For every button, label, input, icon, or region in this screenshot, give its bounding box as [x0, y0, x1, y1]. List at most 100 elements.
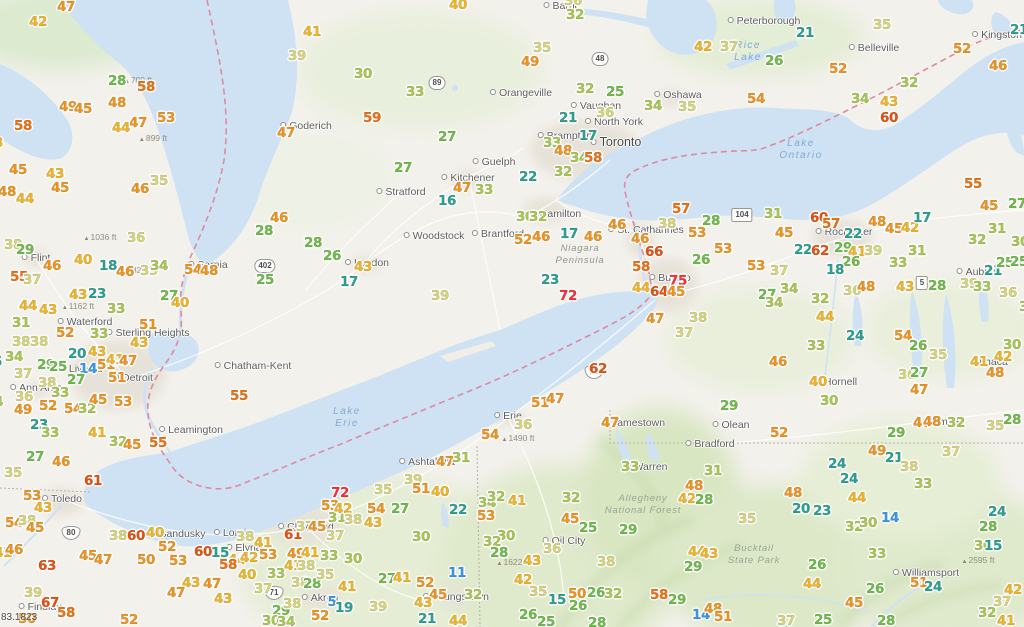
- station-observation[interactable]: 30: [1003, 337, 1021, 353]
- station-observation[interactable]: 35: [316, 567, 334, 583]
- station-observation[interactable]: 48: [868, 214, 886, 230]
- station-observation[interactable]: 36: [127, 230, 145, 246]
- station-observation[interactable]: 50: [137, 552, 155, 568]
- station-observation[interactable]: 45: [980, 198, 998, 214]
- station-observation[interactable]: 23: [541, 272, 559, 288]
- station-observation[interactable]: 15: [548, 592, 566, 608]
- station-observation[interactable]: 58: [650, 587, 668, 603]
- station-observation[interactable]: 32: [554, 164, 572, 180]
- station-observation[interactable]: 23: [88, 286, 106, 302]
- station-observation[interactable]: 44: [19, 298, 37, 314]
- station-observation[interactable]: 48: [857, 279, 875, 295]
- station-observation[interactable]: 53: [259, 547, 277, 563]
- station-observation[interactable]: 46: [584, 229, 602, 245]
- station-observation[interactable]: 51: [412, 481, 430, 497]
- station-observation[interactable]: 53: [688, 225, 706, 241]
- station-observation[interactable]: 30: [859, 515, 877, 531]
- station-observation[interactable]: 43: [69, 287, 87, 303]
- station-observation[interactable]: 28: [1003, 412, 1021, 428]
- station-observation[interactable]: 29: [619, 522, 637, 538]
- station-observation[interactable]: 24: [988, 504, 1006, 520]
- station-observation[interactable]: 32: [947, 415, 965, 431]
- station-observation[interactable]: 30: [820, 393, 838, 409]
- station-observation[interactable]: 33: [621, 459, 639, 475]
- station-observation[interactable]: 25: [256, 272, 274, 288]
- station-observation[interactable]: 24: [828, 456, 846, 472]
- station-observation[interactable]: 35: [150, 173, 168, 189]
- station-observation[interactable]: 35: [529, 584, 547, 600]
- station-observation[interactable]: 34: [644, 98, 662, 114]
- station-observation[interactable]: 41: [338, 579, 356, 595]
- station-observation[interactable]: 37: [675, 325, 693, 341]
- station-observation[interactable]: 55: [149, 435, 167, 451]
- station-observation[interactable]: 28: [304, 235, 322, 251]
- station-observation[interactable]: 43: [354, 259, 372, 275]
- station-observation[interactable]: 32: [529, 209, 547, 225]
- station-observation[interactable]: 58: [632, 259, 650, 275]
- station-observation[interactable]: 37: [23, 272, 41, 288]
- station-observation[interactable]: 36: [543, 541, 561, 557]
- station-observation[interactable]: 20: [792, 501, 810, 517]
- station-observation[interactable]: 20: [68, 346, 86, 362]
- station-observation[interactable]: 53: [477, 508, 495, 524]
- station-observation[interactable]: 35: [929, 347, 947, 363]
- station-observation[interactable]: 31: [704, 463, 722, 479]
- station-observation[interactable]: 30: [412, 529, 430, 545]
- station-observation[interactable]: 23: [813, 503, 831, 519]
- station-observation[interactable]: 18: [826, 262, 844, 278]
- station-observation[interactable]: 28: [108, 73, 126, 89]
- station-observation[interactable]: 31: [908, 243, 926, 259]
- station-observation[interactable]: 48: [0, 184, 16, 200]
- station-observation[interactable]: 19: [335, 600, 353, 616]
- station-observation[interactable]: 44: [16, 191, 34, 207]
- station-observation[interactable]: 53: [714, 241, 732, 257]
- station-observation[interactable]: 34: [765, 295, 783, 311]
- station-observation[interactable]: 38: [344, 512, 362, 528]
- station-observation[interactable]: 52: [953, 41, 971, 57]
- station-observation[interactable]: 21: [559, 110, 577, 126]
- station-observation[interactable]: 29: [720, 398, 738, 414]
- station-observation[interactable]: 45: [308, 519, 326, 535]
- station-observation[interactable]: 37: [720, 39, 738, 55]
- station-observation[interactable]: 44: [848, 490, 866, 506]
- station-observation[interactable]: 37: [770, 263, 788, 279]
- station-observation[interactable]: 48: [108, 95, 126, 111]
- station-observation[interactable]: 17: [913, 210, 931, 226]
- station-observation[interactable]: 15: [0, 354, 2, 370]
- station-observation[interactable]: 45: [74, 101, 92, 117]
- station-observation[interactable]: 32: [604, 586, 622, 602]
- station-observation[interactable]: 57: [672, 201, 690, 217]
- station-observation[interactable]: 60: [880, 110, 898, 126]
- station-observation[interactable]: 52: [120, 612, 138, 627]
- station-observation[interactable]: 36: [514, 417, 532, 433]
- station-observation[interactable]: 43: [364, 515, 382, 531]
- station-observation[interactable]: 41: [303, 24, 321, 40]
- station-observation[interactable]: 33: [475, 182, 493, 198]
- station-observation[interactable]: 44: [632, 280, 650, 296]
- station-observation[interactable]: 55: [964, 176, 982, 192]
- station-observation[interactable]: 30: [354, 66, 372, 82]
- station-observation[interactable]: 47: [910, 382, 928, 398]
- station-observation[interactable]: 37: [326, 528, 344, 544]
- station-observation[interactable]: 28: [979, 519, 997, 535]
- station-observation[interactable]: 46: [43, 258, 61, 274]
- station-observation[interactable]: 54: [481, 427, 499, 443]
- station-observation[interactable]: 30: [344, 551, 362, 567]
- station-observation[interactable]: 17: [560, 226, 578, 242]
- station-observation[interactable]: 53: [169, 553, 187, 569]
- station-observation[interactable]: 39: [24, 585, 42, 601]
- station-observation[interactable]: 49: [868, 443, 886, 459]
- station-observation[interactable]: 33: [267, 566, 285, 582]
- station-observation[interactable]: 53: [157, 110, 175, 126]
- station-observation[interactable]: 60: [194, 544, 212, 560]
- station-observation[interactable]: 44: [449, 613, 467, 627]
- station-observation[interactable]: 32: [900, 75, 918, 91]
- station-observation[interactable]: 26: [692, 252, 710, 268]
- station-observation[interactable]: 47: [94, 552, 112, 568]
- station-observation[interactable]: 37: [254, 581, 272, 597]
- station-observation[interactable]: 33: [807, 338, 825, 354]
- station-observation[interactable]: 33: [406, 84, 424, 100]
- station-observation[interactable]: 52: [56, 325, 74, 341]
- station-observation[interactable]: 46: [116, 264, 134, 280]
- station-observation[interactable]: 32: [811, 291, 829, 307]
